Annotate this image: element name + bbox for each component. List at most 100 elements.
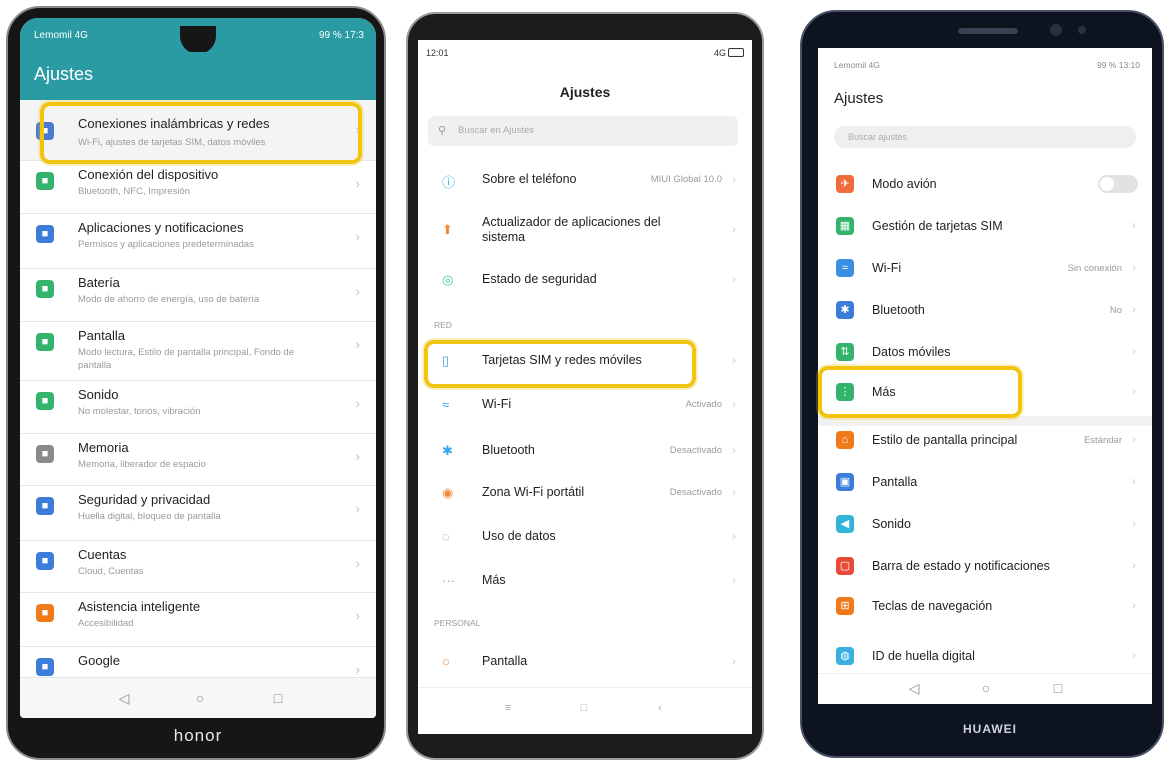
status-right: 99 % 13:10: [1096, 60, 1140, 70]
settings-row[interactable]: ▣ Pantalla ›: [818, 462, 1152, 502]
chevron-right-icon: ›: [732, 485, 736, 499]
display-icon: ○: [442, 654, 450, 669]
settings-row[interactable]: ≈ Wi-Fi Activado ›: [418, 384, 752, 426]
menu-icon[interactable]: ≡: [498, 698, 518, 718]
row-subtitle: Cloud, Cuentas: [78, 566, 144, 577]
search-input[interactable]: Buscar ajustes: [834, 126, 1136, 148]
settings-row[interactable]: ⌂ Estilo de pantalla principal Estándar ›: [818, 420, 1152, 460]
chevron-right-icon: ›: [355, 608, 360, 623]
row-label: Uso de datos: [482, 529, 556, 543]
hotspot-icon: ◉: [442, 485, 454, 500]
device-icon: ■: [36, 172, 54, 190]
home-icon[interactable]: ○: [976, 678, 996, 698]
settings-row[interactable]: ✱ Bluetooth Desactivado ›: [418, 430, 752, 472]
row-subtitle: Huella digital, bloqueo de pantalla: [78, 511, 221, 522]
sim-icon: ▦: [836, 217, 854, 235]
fingerprint-icon: ◍: [836, 647, 854, 665]
section-header-red: RED: [434, 320, 452, 330]
settings-row[interactable]: ■ Sonido No molestar, tonos, vibración ›: [20, 380, 376, 434]
settings-row[interactable]: ✱ Bluetooth No ›: [818, 290, 1152, 330]
battery-icon: ■: [36, 280, 54, 298]
settings-row[interactable]: ■ Pantalla Modo lectura, Estilo de pantall…: [20, 321, 376, 381]
accounts-icon: ■: [36, 552, 54, 570]
chevron-right-icon: ›: [1132, 260, 1136, 274]
settings-row[interactable]: ■ Batería Modo de ahorro de energía, uso d…: [20, 268, 376, 322]
search-input[interactable]: ⚲ Buscar en Ajustes: [428, 116, 738, 146]
search-placeholder: Buscar ajustes: [848, 132, 908, 142]
nav-bar: ≡ □ ‹: [418, 687, 752, 734]
page-title: Ajustes: [559, 84, 611, 100]
apps-icon: ■: [36, 225, 54, 243]
settings-row[interactable]: ✈ Modo avión: [818, 164, 1152, 204]
row-label: Datos móviles: [872, 345, 951, 359]
airplane-mode-toggle[interactable]: [1098, 175, 1138, 193]
recents-icon[interactable]: □: [1048, 678, 1068, 698]
settings-row[interactable]: ■ Seguridad y privacidad Huella digital, b…: [20, 485, 376, 541]
settings-row[interactable]: ○ Pantalla ›: [418, 640, 752, 684]
brand-logo: honor: [173, 726, 223, 745]
row-label: Estilo de pantalla principal: [872, 433, 1018, 447]
section-header-personal: PERSONAL: [434, 618, 481, 628]
battery-icon: [728, 48, 744, 57]
settings-row[interactable]: ⓘ Sobre el teléfono MIUI Global 10.0 ›: [418, 158, 752, 202]
home-icon[interactable]: □: [574, 698, 594, 718]
settings-row[interactable]: ⬆ Actualizador de aplicaciones del sistem…: [418, 204, 752, 256]
settings-row[interactable]: ≈ Wi-Fi Sin conexión ›: [818, 248, 1152, 288]
row-subtitle: Bluetooth, NFC, Impresión: [78, 186, 190, 197]
page-title: Ajustes: [834, 90, 884, 107]
settings-row[interactable]: ■ Cuentas Cloud, Cuentas ›: [20, 540, 376, 593]
wifi-icon: ≈: [442, 397, 450, 412]
highlight-mas: [818, 366, 1022, 418]
home-icon[interactable]: ○: [190, 688, 210, 708]
chevron-right-icon: ›: [1132, 218, 1136, 232]
chevron-right-icon: ›: [732, 172, 736, 186]
settings-row[interactable]: ◍ ID de huella digital ›: [818, 636, 1152, 676]
row-value: Sin conexión: [1067, 263, 1122, 274]
chevron-right-icon: ›: [355, 284, 360, 299]
search-icon: ⚲: [438, 125, 447, 137]
settings-row[interactable]: ■ Aplicaciones y notificaciones Permisos y…: [20, 213, 376, 269]
settings-row[interactable]: ◌ Uso de datos ›: [418, 516, 752, 558]
back-icon[interactable]: ◁: [904, 678, 924, 698]
chevron-right-icon: ›: [355, 337, 360, 352]
chevron-right-icon: ›: [1132, 344, 1136, 358]
row-label: ID de huella digital: [872, 649, 975, 663]
row-label: Sonido: [872, 517, 911, 531]
settings-row[interactable]: ▦ Gestión de tarjetas SIM ›: [818, 206, 1152, 246]
highlight-wireless: [40, 102, 362, 164]
settings-row[interactable]: ■ Asistencia inteligente Accesibilidad ›: [20, 592, 376, 647]
row-label: Pantalla: [482, 654, 528, 668]
row-value: Desactivado: [669, 445, 722, 456]
row-label: Gestión de tarjetas SIM: [872, 219, 1003, 233]
chevron-right-icon: ›: [732, 272, 736, 286]
chevron-right-icon: ›: [1132, 558, 1136, 572]
settings-row[interactable]: ◎ Estado de seguridad ›: [418, 258, 752, 302]
settings-row[interactable]: ··· Más ›: [418, 560, 752, 602]
info-icon: ⓘ: [442, 175, 456, 190]
settings-row[interactable]: ⊞ Teclas de navegación ›: [818, 586, 1152, 626]
settings-row[interactable]: ▢ Barra de estado y notificaciones ›: [818, 546, 1152, 586]
brand-logo: HUAWEI: [963, 722, 1017, 736]
settings-row[interactable]: ■ Memoria Memoria, liberador de espacio ›: [20, 433, 376, 486]
settings-row[interactable]: ■ Conexión del dispositivo Bluetooth, NFC,…: [20, 160, 376, 214]
recents-icon[interactable]: □: [268, 688, 288, 708]
settings-row[interactable]: ◉ Zona Wi-Fi portátil Desactivado ›: [418, 472, 752, 514]
chevron-right-icon: ›: [355, 556, 360, 571]
row-title: Cuentas: [78, 547, 127, 562]
back-icon[interactable]: ‹: [650, 698, 670, 718]
bluetooth-icon: ✱: [442, 443, 453, 458]
row-value: Desactivado: [669, 487, 722, 498]
data-icon: ◌: [442, 529, 450, 544]
bluetooth-icon: ✱: [836, 301, 854, 319]
settings-row[interactable]: ◀ Sonido ›: [818, 504, 1152, 544]
row-title: Aplicaciones y notificaciones: [78, 220, 244, 235]
row-label: Sobre el teléfono: [482, 172, 577, 186]
mobile-data-icon: ⇅: [836, 343, 854, 361]
chevron-right-icon: ›: [732, 222, 736, 236]
front-camera: [1050, 24, 1062, 36]
back-icon[interactable]: ◁: [114, 688, 134, 708]
page-title: Ajustes: [34, 64, 94, 84]
row-title: Asistencia inteligente: [78, 599, 201, 614]
chevron-right-icon: ›: [1132, 384, 1136, 398]
row-label: Teclas de navegación: [872, 599, 993, 613]
